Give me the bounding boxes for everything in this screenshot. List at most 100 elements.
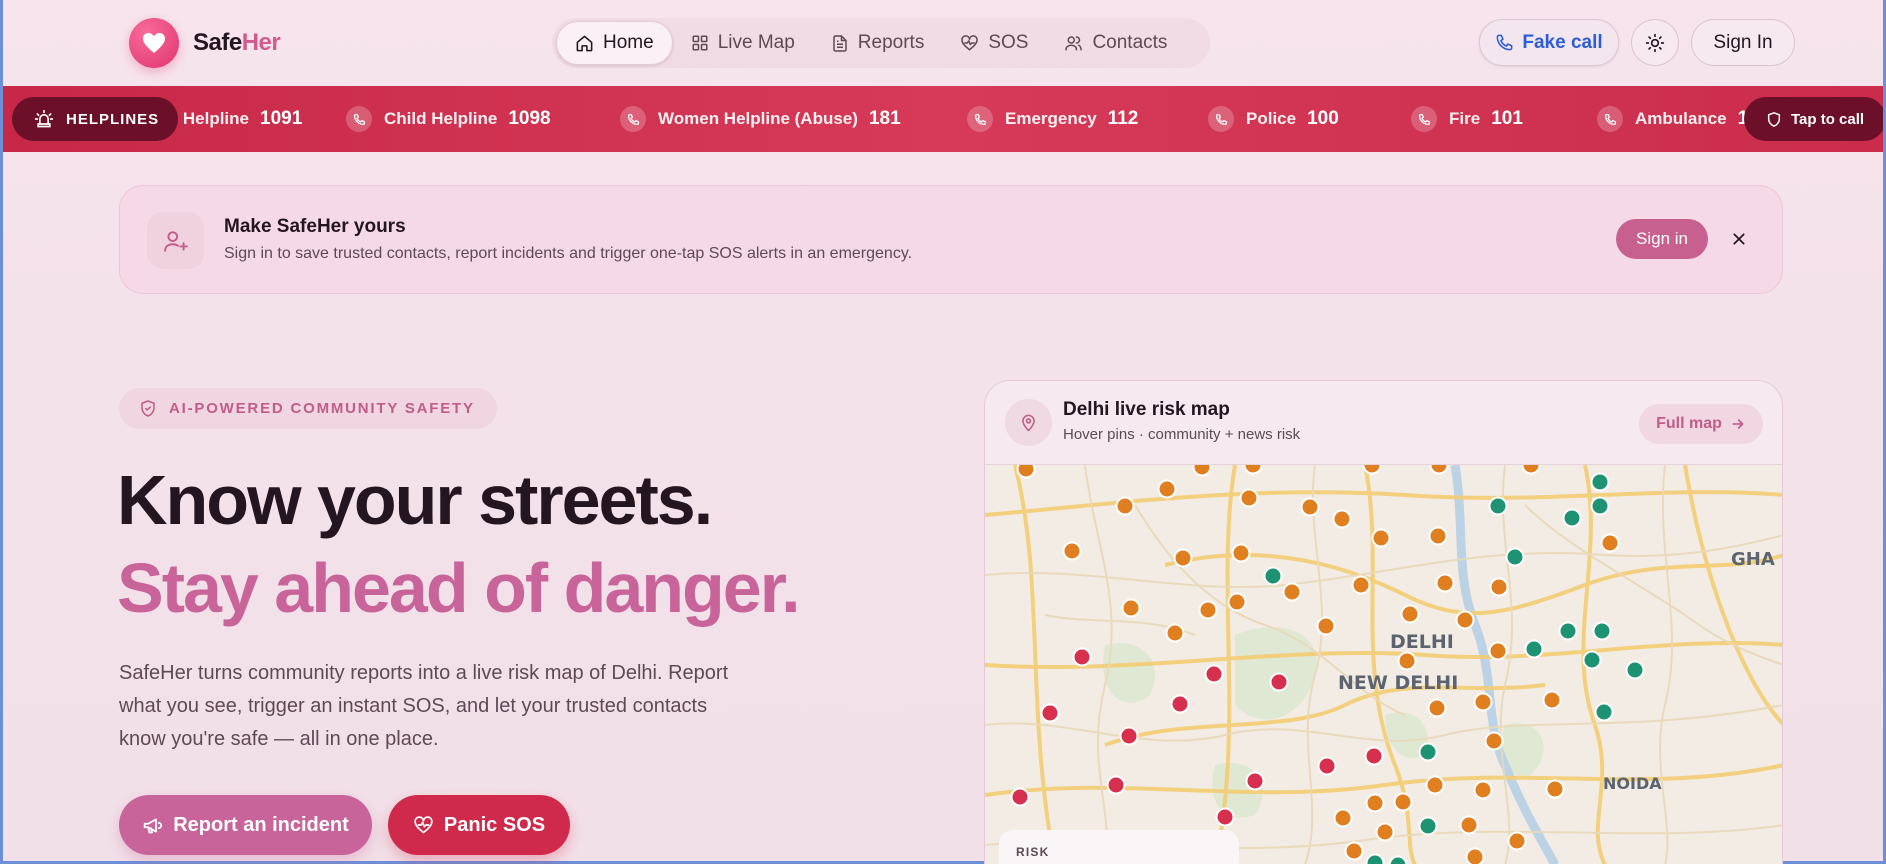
risk-pin-medium[interactable] <box>1227 592 1247 612</box>
risk-pin-medium[interactable] <box>1173 548 1193 568</box>
risk-pin-medium[interactable] <box>1545 779 1565 799</box>
nav-sos[interactable]: SOS <box>942 21 1046 65</box>
nav-live-map[interactable]: Live Map <box>673 21 813 65</box>
helpline-child[interactable]: Child Helpline 1098 <box>346 86 551 152</box>
risk-pin-medium[interactable] <box>1282 582 1302 602</box>
risk-pin-medium[interactable] <box>1016 465 1036 479</box>
nav-contacts[interactable]: Contacts <box>1046 21 1185 65</box>
helpline-police[interactable]: Police 100 <box>1208 86 1339 152</box>
risk-pin-low[interactable] <box>1418 816 1438 836</box>
risk-pin-medium[interactable] <box>1198 600 1218 620</box>
risk-pin-low[interactable] <box>1524 639 1544 659</box>
risk-pin-medium[interactable] <box>1333 808 1353 828</box>
risk-pin-medium[interactable] <box>1062 541 1082 561</box>
risk-pin-medium[interactable] <box>1465 847 1485 864</box>
risk-pin-medium[interactable] <box>1542 690 1562 710</box>
risk-pin-medium[interactable] <box>1365 793 1385 813</box>
risk-pin-medium[interactable] <box>1375 822 1395 842</box>
map-svg: DELHI NEW DELHI NOIDA GHA <box>985 465 1782 864</box>
risk-pin-medium[interactable] <box>1488 641 1508 661</box>
risk-pin-medium[interactable] <box>1371 528 1391 548</box>
risk-pin-medium[interactable] <box>1455 610 1475 630</box>
risk-pin-medium[interactable] <box>1115 496 1135 516</box>
banner-sign-in-button[interactable]: Sign in <box>1616 219 1708 259</box>
close-icon[interactable] <box>1726 226 1752 252</box>
risk-pin-medium[interactable] <box>1239 488 1259 508</box>
risk-pin-low[interactable] <box>1594 702 1614 722</box>
risk-pin-medium[interactable] <box>1435 573 1455 593</box>
phone-icon <box>1411 106 1437 132</box>
risk-pin-high[interactable] <box>1364 746 1384 766</box>
risk-pin-high[interactable] <box>1215 807 1235 827</box>
risk-pin-medium[interactable] <box>1344 841 1364 861</box>
risk-pin-medium[interactable] <box>1362 465 1382 475</box>
risk-pin-low[interactable] <box>1418 742 1438 762</box>
nav-reports[interactable]: Reports <box>813 21 943 65</box>
risk-pin-low[interactable] <box>1263 566 1283 586</box>
risk-pin-low[interactable] <box>1562 508 1582 528</box>
risk-pin-medium[interactable] <box>1428 526 1448 546</box>
risk-pin-medium[interactable] <box>1473 692 1493 712</box>
risk-pin-medium[interactable] <box>1316 616 1336 636</box>
risk-pin-low[interactable] <box>1388 855 1408 864</box>
risk-pin-medium[interactable] <box>1427 698 1447 718</box>
theme-toggle-button[interactable] <box>1631 19 1679 66</box>
risk-pin-low[interactable] <box>1365 853 1385 864</box>
risk-pin-medium[interactable] <box>1165 623 1185 643</box>
helpline-women-abuse[interactable]: Women Helpline (Abuse) 181 <box>620 86 901 152</box>
risk-pin-medium[interactable] <box>1300 497 1320 517</box>
risk-pin-medium[interactable] <box>1157 479 1177 499</box>
risk-pin-medium[interactable] <box>1459 815 1479 835</box>
risk-pin-low[interactable] <box>1625 660 1645 680</box>
risk-pin-medium[interactable] <box>1231 543 1251 563</box>
panic-sos-button[interactable]: Panic SOS <box>388 795 570 855</box>
risk-pin-high[interactable] <box>1010 787 1030 807</box>
risk-pin-low[interactable] <box>1590 472 1610 492</box>
risk-pin-medium[interactable] <box>1489 577 1509 597</box>
risk-pin-medium[interactable] <box>1484 731 1504 751</box>
report-incident-button[interactable]: Report an incident <box>119 795 372 855</box>
risk-pin-high[interactable] <box>1119 726 1139 746</box>
heart-pulse-icon <box>414 816 433 834</box>
full-map-button[interactable]: Full map <box>1639 404 1763 444</box>
risk-pin-medium[interactable] <box>1192 465 1212 477</box>
risk-pin-high[interactable] <box>1317 756 1337 776</box>
risk-pin-medium[interactable] <box>1429 465 1449 475</box>
helpline-emergency[interactable]: Emergency 112 <box>967 86 1138 152</box>
map-canvas[interactable]: DELHI NEW DELHI NOIDA GHA <box>985 465 1782 864</box>
risk-pin-high[interactable] <box>1204 664 1224 684</box>
risk-pin-medium[interactable] <box>1521 465 1541 475</box>
logo[interactable]: SafeHer <box>129 18 281 68</box>
risk-pin-medium[interactable] <box>1393 792 1413 812</box>
risk-pin-medium[interactable] <box>1400 604 1420 624</box>
risk-pin-low[interactable] <box>1505 547 1525 567</box>
risk-pin-medium[interactable] <box>1332 509 1352 529</box>
risk-pin-low[interactable] <box>1592 621 1612 641</box>
banner-subtitle: Sign in to save trusted contacts, report… <box>224 245 913 262</box>
risk-pin-high[interactable] <box>1072 647 1092 667</box>
fake-call-button[interactable]: Fake call <box>1479 19 1619 66</box>
risk-pin-low[interactable] <box>1488 496 1508 516</box>
risk-pin-medium[interactable] <box>1121 598 1141 618</box>
risk-pin-medium[interactable] <box>1600 533 1620 553</box>
grid-icon <box>692 35 708 51</box>
risk-pin-low[interactable] <box>1590 496 1610 516</box>
sign-in-button[interactable]: Sign In <box>1691 19 1795 66</box>
risk-pin-medium[interactable] <box>1473 780 1493 800</box>
risk-pin-high[interactable] <box>1245 771 1265 791</box>
risk-pin-low[interactable] <box>1582 650 1602 670</box>
risk-pin-high[interactable] <box>1106 775 1126 795</box>
risk-pin-medium[interactable] <box>1507 831 1527 851</box>
risk-pin-medium[interactable] <box>1425 775 1445 795</box>
risk-pin-medium[interactable] <box>1397 651 1417 671</box>
map-label-noida: NOIDA <box>1603 774 1662 793</box>
helpline-fire[interactable]: Fire 101 <box>1411 86 1523 152</box>
risk-pin-high[interactable] <box>1170 694 1190 714</box>
risk-pin-medium[interactable] <box>1351 575 1371 595</box>
risk-pin-medium[interactable] <box>1243 465 1263 475</box>
risk-pin-high[interactable] <box>1269 672 1289 692</box>
tap-to-call-button[interactable]: Tap to call <box>1744 97 1883 141</box>
risk-pin-low[interactable] <box>1558 621 1578 641</box>
nav-home[interactable]: Home <box>556 21 673 65</box>
risk-pin-high[interactable] <box>1040 703 1060 723</box>
